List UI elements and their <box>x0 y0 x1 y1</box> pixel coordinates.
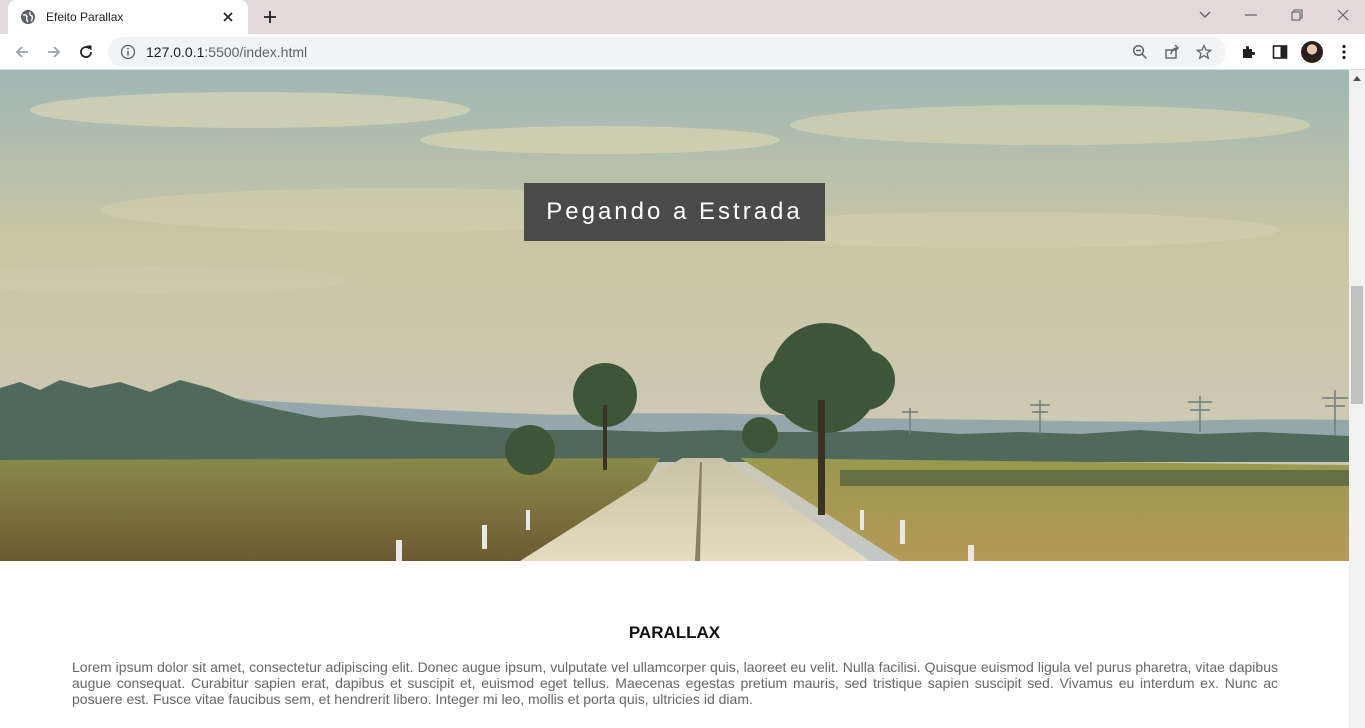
minimize-icon[interactable] <box>1228 0 1274 30</box>
bookmark-star-icon[interactable] <box>1194 42 1214 62</box>
page-scrollbar[interactable] <box>1349 70 1365 728</box>
extensions-icon[interactable] <box>1238 42 1258 62</box>
close-window-icon[interactable] <box>1320 0 1365 30</box>
scroll-up-arrow-icon[interactable] <box>1349 70 1365 86</box>
new-tab-icon[interactable] <box>258 5 282 29</box>
restore-icon[interactable] <box>1274 0 1320 30</box>
tab-strip: Efeito Parallax <box>0 0 1365 34</box>
page-viewport: Pegando a Estrada PARALLAX Lorem ipsum d… <box>0 70 1349 728</box>
close-tab-icon[interactable] <box>220 9 236 25</box>
info-icon[interactable] <box>120 44 136 60</box>
address-bar[interactable]: 127.0.0.1:5500/index.html <box>108 37 1226 67</box>
url-text[interactable]: 127.0.0.1:5500/index.html <box>146 44 1118 60</box>
profile-avatar[interactable] <box>1301 41 1323 63</box>
url-host: 127.0.0.1 <box>146 44 205 60</box>
back-icon[interactable] <box>8 38 36 66</box>
tab-title: Efeito Parallax <box>46 10 124 24</box>
side-panel-icon[interactable] <box>1270 42 1290 62</box>
menu-kebab-icon[interactable] <box>1334 42 1354 62</box>
section-heading: PARALLAX <box>628 623 721 642</box>
reload-icon[interactable] <box>72 38 100 66</box>
section-paragraph: Lorem ipsum dolor sit amet, consectetur … <box>72 659 1278 707</box>
forward-icon[interactable] <box>40 38 68 66</box>
hero-title: Pegando a Estrada <box>524 183 825 241</box>
zoom-out-icon[interactable] <box>1130 42 1150 62</box>
browser-tab[interactable]: Efeito Parallax <box>8 0 248 34</box>
parallax-hero: Pegando a Estrada <box>0 70 1349 561</box>
browser-toolbar: 127.0.0.1:5500/index.html <box>0 34 1365 70</box>
tab-search-icon[interactable] <box>1182 0 1228 30</box>
scrollbar-thumb[interactable] <box>1351 286 1363 404</box>
share-icon[interactable] <box>1162 42 1182 62</box>
url-path: :5500/index.html <box>204 44 308 60</box>
road-landscape-image <box>0 70 1349 561</box>
globe-icon <box>20 9 36 25</box>
